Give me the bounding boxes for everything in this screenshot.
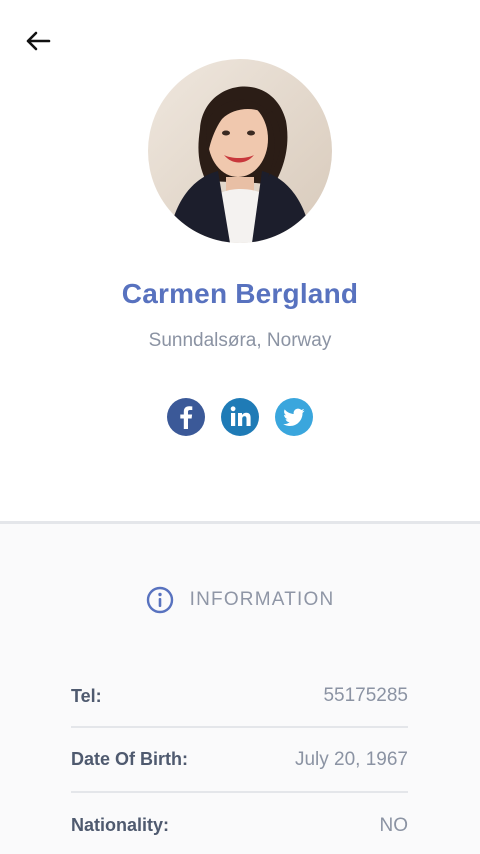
- information-section: INFORMATION Tel: 55175285 Date Of Birth:…: [0, 524, 480, 854]
- social-links: [0, 398, 480, 436]
- info-row-tel: Tel: 55175285: [71, 666, 408, 728]
- info-value: July 20, 1967: [294, 748, 408, 770]
- information-header: INFORMATION: [0, 586, 480, 614]
- information-title: INFORMATION: [189, 589, 335, 610]
- linkedin-button[interactable]: [221, 398, 259, 436]
- info-value: 55175285: [323, 685, 408, 706]
- info-icon: [146, 586, 173, 614]
- profile-name: Carmen Bergland: [121, 278, 359, 309]
- twitter-button[interactable]: [275, 398, 313, 436]
- profile-header: Carmen Bergland Sunndalsøra, Norway: [0, 0, 480, 522]
- facebook-button[interactable]: [167, 398, 205, 436]
- information-list: Tel: 55175285 Date Of Birth: July 20, 19…: [71, 666, 408, 854]
- info-label: Nationality:: [71, 815, 170, 835]
- profile-screen: Carmen Bergland Sunndalsøra, Norway INFO…: [0, 0, 480, 854]
- info-label: Tel:: [71, 685, 102, 706]
- info-label: Date Of Birth:: [71, 749, 188, 769]
- info-value: NO: [379, 814, 409, 836]
- info-row-nationality: Nationality: NO: [71, 793, 408, 854]
- arrow-left-icon: [26, 31, 51, 51]
- linkedin-icon: [230, 406, 251, 426]
- back-button[interactable]: [18, 24, 58, 58]
- avatar: [148, 59, 332, 243]
- facebook-icon: [180, 406, 193, 429]
- profile-location: Sunndalsøra, Norway: [148, 330, 332, 351]
- info-row-date-of-birth: Date Of Birth: July 20, 1967: [71, 728, 408, 793]
- twitter-icon: [283, 408, 305, 426]
